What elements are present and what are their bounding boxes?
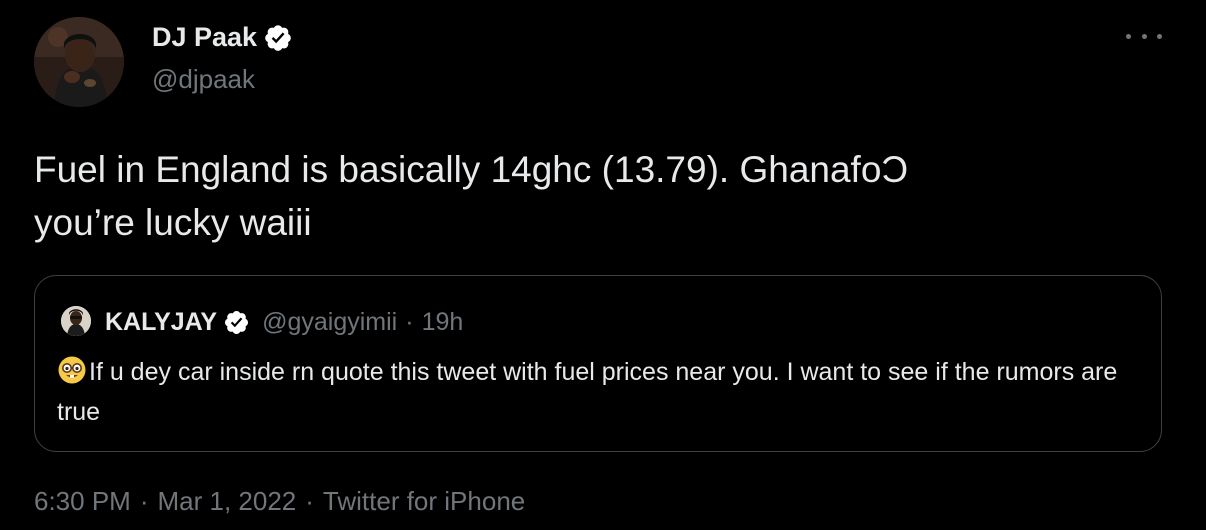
- quoted-timestamp: 19h: [421, 307, 464, 336]
- author-avatar[interactable]: [34, 17, 124, 107]
- author-name-row[interactable]: DJ Paak: [152, 22, 293, 53]
- quoted-tweet-body: If u dey car inside rn quote this tweet …: [57, 352, 1147, 432]
- more-options-button[interactable]: [1126, 26, 1162, 46]
- quoted-verified-badge-icon: [223, 309, 250, 336]
- quoted-author-handle: @gyaigyimii: [262, 307, 398, 336]
- quoted-author-name: KALYJAY: [105, 307, 218, 336]
- nerd-face-emoji-icon: [57, 355, 87, 385]
- tweet-text: Fuel in England is basically 14ghc (13.7…: [34, 149, 909, 243]
- quoted-tweet-header: KALYJAY @gyaigyimii · 19h: [105, 306, 463, 338]
- quoted-separator: ·: [405, 307, 414, 336]
- quoted-tweet-card[interactable]: KALYJAY @gyaigyimii · 19h If u dey car i…: [34, 275, 1162, 452]
- verified-badge-icon: [263, 23, 293, 53]
- meta-separator: ·: [305, 486, 314, 516]
- tweet-metadata: 6:30 PM · Mar 1, 2022 · Twitter for iPhone: [34, 486, 525, 517]
- tweet-time[interactable]: 6:30 PM: [34, 486, 131, 516]
- author-name[interactable]: DJ Paak: [152, 22, 257, 53]
- author-handle[interactable]: @djpaak: [152, 64, 255, 95]
- quoted-author-avatar: [61, 306, 91, 336]
- tweet-date[interactable]: Mar 1, 2022: [158, 486, 297, 516]
- profile-photo-icon: [34, 17, 124, 107]
- more-dot-icon: [1141, 33, 1147, 39]
- meta-separator: ·: [139, 486, 149, 516]
- more-dot-icon: [1157, 33, 1162, 39]
- quoted-profile-photo-icon: [61, 306, 91, 336]
- tweet-source-link[interactable]: Twitter for iPhone: [323, 486, 525, 516]
- more-dot-icon: [1126, 33, 1131, 39]
- quoted-tweet-text: If u dey car inside rn quote this tweet …: [57, 358, 1118, 426]
